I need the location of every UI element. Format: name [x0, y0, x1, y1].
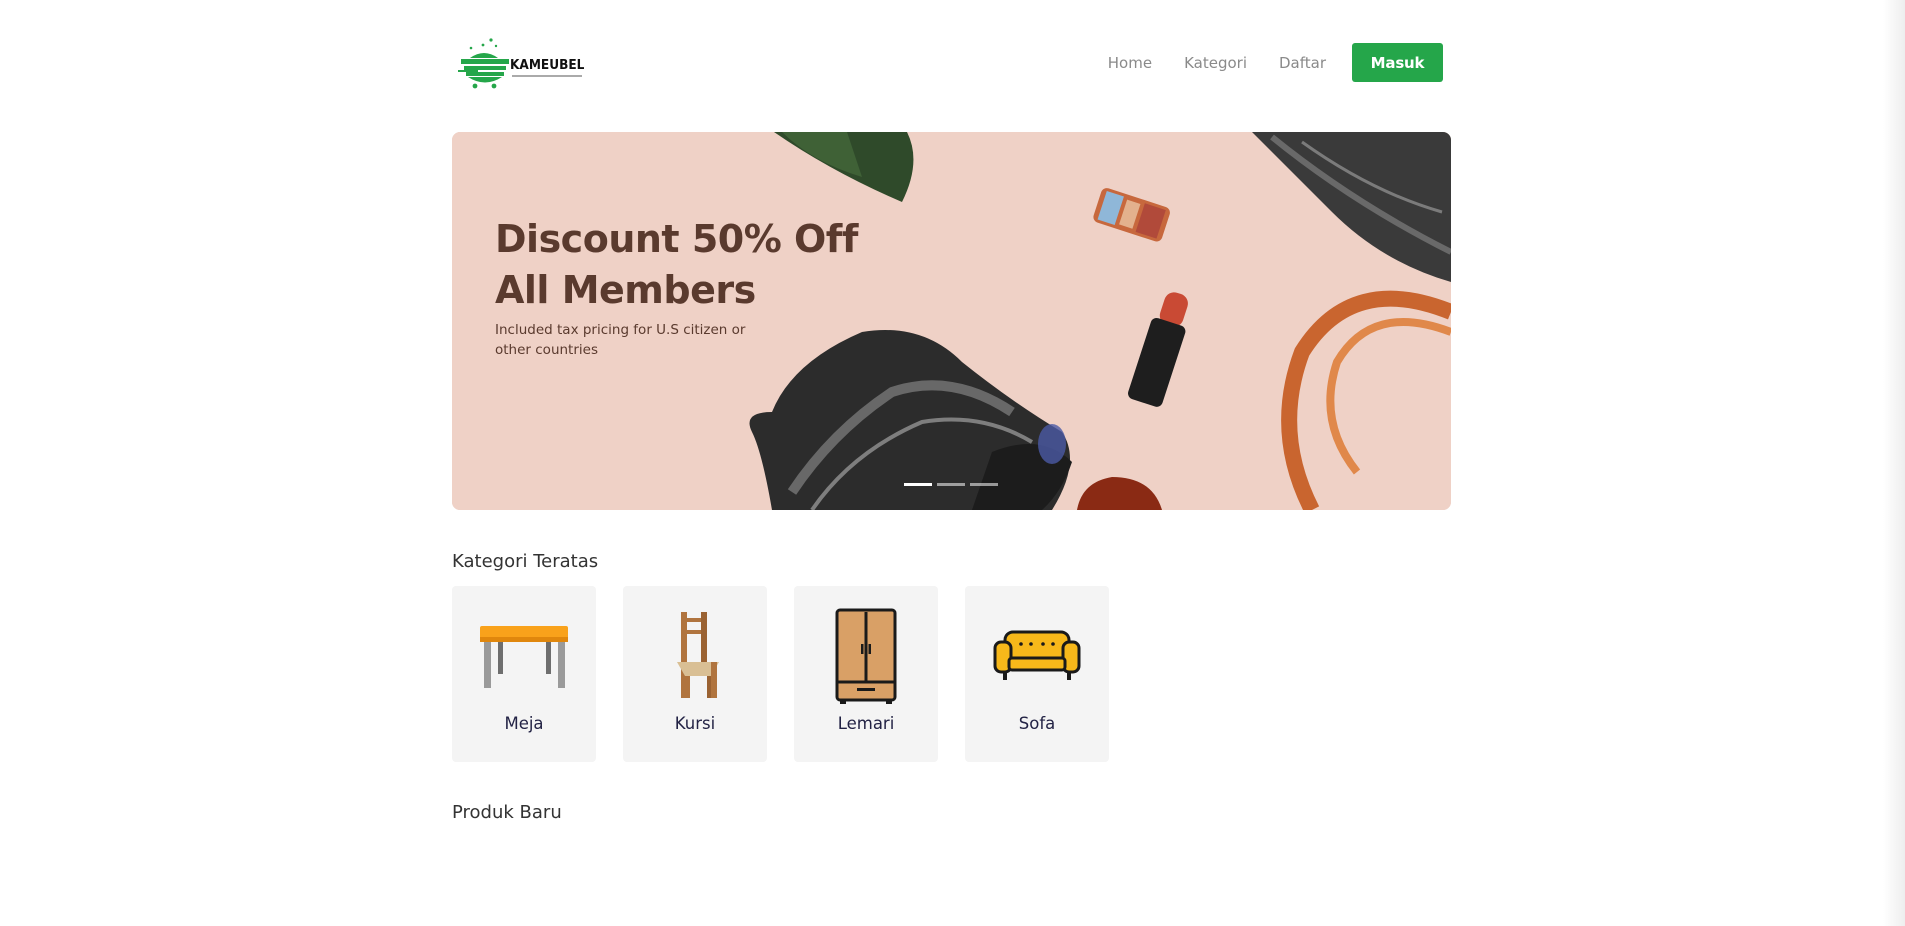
category-label-lemari: Lemari [837, 714, 895, 733]
page-edge-shadow [1883, 0, 1905, 926]
nav-daftar[interactable]: Daftar [1279, 54, 1326, 72]
hero-banner[interactable]: Discount 50% Off All Members Included ta… [452, 132, 1451, 510]
category-label-sofa: Sofa [1018, 714, 1056, 733]
brand-logo[interactable]: KAMEUBEL [458, 36, 584, 92]
main-nav: Home Kategori Daftar Masuk [1108, 43, 1443, 82]
produk-baru-title: Produk Baru [452, 802, 562, 823]
category-card-sofa[interactable]: Sofa [965, 586, 1109, 762]
chair-icon [677, 612, 719, 698]
wardrobe-icon [835, 608, 897, 704]
category-card-meja[interactable]: Meja [452, 586, 596, 762]
brand-name: KAMEUBEL [510, 57, 584, 73]
banner-subtitle: Included tax pricing for U.S citizen or … [495, 322, 746, 358]
table-icon [480, 626, 568, 688]
category-label-kursi: Kursi [674, 714, 716, 733]
nav-kategori[interactable]: Kategori [1184, 54, 1247, 72]
carousel-dot-3[interactable] [970, 483, 998, 486]
category-card-kursi[interactable]: Kursi [623, 586, 767, 762]
page-container: KAMEUBEL Home Kategori Daftar Masuk Disc… [452, 0, 1451, 823]
category-card-lemari[interactable]: Lemari [794, 586, 938, 762]
banner-title-line2: All Members [495, 268, 756, 312]
banner-title-line1: Discount 50% Off [495, 217, 858, 261]
nav-home[interactable]: Home [1108, 54, 1152, 72]
kategori-title: Kategori Teratas [452, 551, 599, 572]
carousel-dot-1[interactable] [904, 483, 932, 486]
category-list: Meja Kursi Lemari Sofa [452, 586, 1136, 762]
banner-title: Discount 50% Off All Members [495, 214, 935, 316]
sofa-icon [993, 630, 1081, 680]
carousel-indicators [904, 483, 1003, 486]
site-header: KAMEUBEL Home Kategori Daftar Masuk [452, 0, 1451, 130]
login-button[interactable]: Masuk [1352, 43, 1443, 82]
category-label-meja: Meja [504, 714, 544, 733]
carousel-dot-2[interactable] [937, 483, 965, 486]
